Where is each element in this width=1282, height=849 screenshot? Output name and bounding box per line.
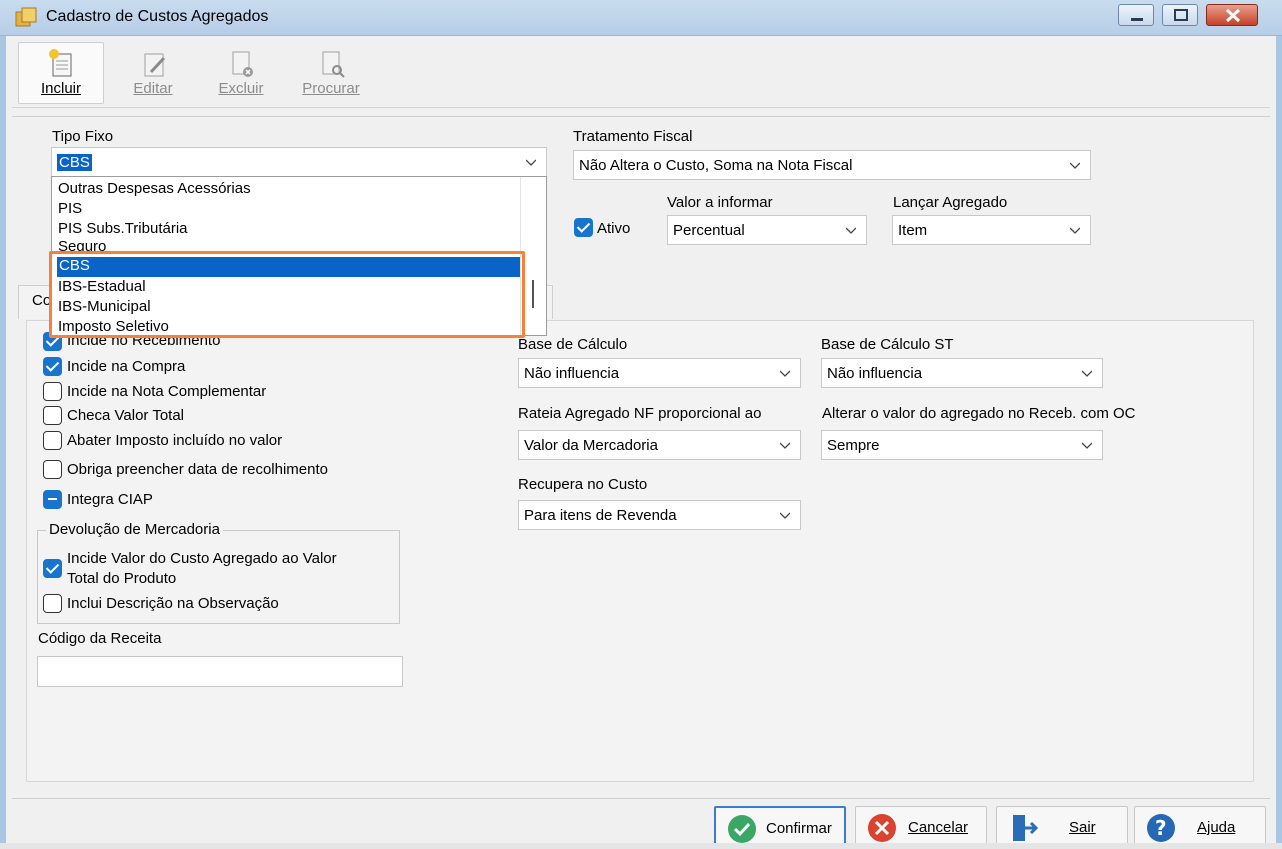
new-document-icon [49, 49, 72, 77]
recupera-value: Para itens de Revenda [524, 507, 677, 524]
lancar-agregado-combo[interactable]: Item [892, 215, 1091, 245]
base-calculo-combo[interactable]: Não influencia [518, 358, 801, 388]
check-circle-icon [728, 815, 756, 843]
maximize-button[interactable] [1162, 4, 1198, 26]
dropdown-item[interactable]: PIS [58, 200, 82, 217]
dropdown-item[interactable]: PIS Subs.Tributária [58, 220, 188, 237]
chevron-down-icon [1070, 162, 1080, 169]
tipo-fixo-combo[interactable]: CBS [51, 147, 547, 177]
incluir-label: Incluir [40, 80, 81, 97]
integra-ciap-label: Integra CIAP [67, 491, 153, 508]
search-document-icon [322, 51, 345, 78]
rateia-label: Rateia Agregado NF proporcional ao [518, 405, 762, 422]
minimize-icon [1131, 18, 1143, 21]
confirmar-label: Confirmar [766, 820, 832, 837]
codigo-receita-input[interactable] [37, 656, 403, 687]
chevron-down-icon [780, 512, 790, 519]
app-icon [15, 7, 37, 27]
incide-nota-complementar-label: Incide na Nota Complementar [67, 383, 267, 400]
tipo-fixo-value: CBS [57, 154, 92, 171]
abater-imposto-label: Abater Imposto incluído no valor [67, 432, 283, 449]
obriga-data-label: Obriga preencher data de recolhimento [67, 461, 328, 478]
alterar-label: Alterar o valor do agregado no Receb. co… [822, 405, 1136, 422]
exit-door-icon [1013, 815, 1039, 841]
procurar-label: Procurar [302, 80, 360, 97]
incide-valor-custo-checkbox[interactable] [43, 559, 62, 578]
base-calculo-label: Base de Cálculo [518, 336, 628, 353]
scroll-thumb[interactable] [532, 280, 534, 308]
chevron-down-icon [1082, 370, 1092, 377]
incide-valor-custo-label-1: Incide Valor do Custo Agregado ao Valor [67, 550, 337, 567]
base-calculo-st-label: Base de Cálculo ST [821, 336, 954, 353]
recupera-combo[interactable]: Para itens de Revenda [518, 500, 801, 530]
procurar-button[interactable]: Procurar [288, 42, 374, 104]
lancar-agregado-value: Item [898, 222, 928, 239]
minimize-button[interactable] [1118, 4, 1154, 26]
integra-ciap-checkbox[interactable] [43, 490, 62, 509]
help-circle-icon: ? [1147, 814, 1175, 842]
alterar-combo[interactable]: Sempre [821, 430, 1103, 460]
chevron-down-icon [846, 227, 856, 234]
valor-informar-combo[interactable]: Percentual [667, 215, 867, 245]
status-strip [0, 843, 1282, 849]
toolbar: Incluir Editar Excluir Procurar [12, 38, 1270, 108]
incluir-button[interactable]: Incluir [18, 42, 104, 104]
excluir-button[interactable]: Excluir [198, 42, 284, 104]
editar-label: Editar [133, 80, 173, 97]
chevron-down-icon [1070, 227, 1080, 234]
edit-document-icon [144, 53, 166, 77]
tratamento-fiscal-label: Tratamento Fiscal [573, 128, 693, 145]
tab-configuracao[interactable]: Co [18, 285, 52, 319]
svg-text:?: ? [1155, 816, 1167, 840]
base-calculo-st-combo[interactable]: Não influencia [821, 358, 1103, 388]
incide-valor-custo-label-2: Total do Produto [67, 570, 177, 587]
inclui-descricao-checkbox[interactable] [43, 594, 62, 613]
incide-compra-checkbox[interactable] [43, 357, 62, 376]
excluir-label: Excluir [218, 80, 264, 97]
chevron-down-icon [780, 442, 790, 449]
obriga-data-checkbox[interactable] [43, 460, 62, 479]
codigo-receita-label: Código da Receita [38, 630, 162, 647]
editar-button[interactable]: Editar [110, 42, 196, 104]
valor-informar-value: Percentual [673, 222, 745, 239]
chevron-down-icon [780, 370, 790, 377]
checa-valor-total-checkbox[interactable] [43, 406, 62, 425]
cancelar-label: Cancelar [908, 819, 969, 836]
ajuda-label: Ajuda [1197, 819, 1236, 836]
rateia-value: Valor da Mercadoria [524, 437, 658, 454]
chevron-down-icon [1082, 442, 1092, 449]
maximize-icon [1174, 9, 1188, 21]
dropdown-item[interactable]: Outras Despesas Acessórias [58, 180, 251, 197]
cancel-circle-icon [868, 814, 896, 842]
ativo-label: Ativo [597, 220, 631, 237]
close-icon [1225, 8, 1241, 23]
delete-document-icon [232, 51, 253, 77]
tratamento-fiscal-combo[interactable]: Não Altera o Custo, Soma na Nota Fiscal [573, 150, 1091, 180]
checa-valor-total-label: Checa Valor Total [67, 407, 185, 424]
lancar-agregado-label: Lançar Agregado [893, 194, 1008, 211]
incide-nota-complementar-checkbox[interactable] [43, 382, 62, 401]
ativo-checkbox[interactable] [574, 218, 593, 237]
highlight-annotation-box [49, 251, 525, 338]
chevron-down-icon [526, 159, 536, 166]
recupera-label: Recupera no Custo [518, 476, 648, 493]
base-calculo-st-value: Não influencia [827, 365, 923, 382]
inclui-descricao-label: Inclui Descrição na Observação [67, 595, 279, 612]
sair-label: Sair [1069, 819, 1096, 836]
close-button[interactable] [1206, 4, 1258, 26]
window-title: Cadastro de Custos Agregados [46, 8, 269, 25]
title-bar: Cadastro de Custos Agregados [0, 0, 1282, 36]
devolucao-title: Devolução de Mercadoria [46, 521, 223, 538]
alterar-value: Sempre [827, 437, 880, 454]
rateia-combo[interactable]: Valor da Mercadoria [518, 430, 801, 460]
tratamento-fiscal-value: Não Altera o Custo, Soma na Nota Fiscal [579, 157, 853, 174]
incide-compra-label: Incide na Compra [67, 358, 186, 375]
abater-imposto-checkbox[interactable] [43, 431, 62, 450]
valor-informar-label: Valor a informar [667, 194, 773, 211]
base-calculo-value: Não influencia [524, 365, 620, 382]
tipo-fixo-label: Tipo Fixo [52, 128, 114, 145]
